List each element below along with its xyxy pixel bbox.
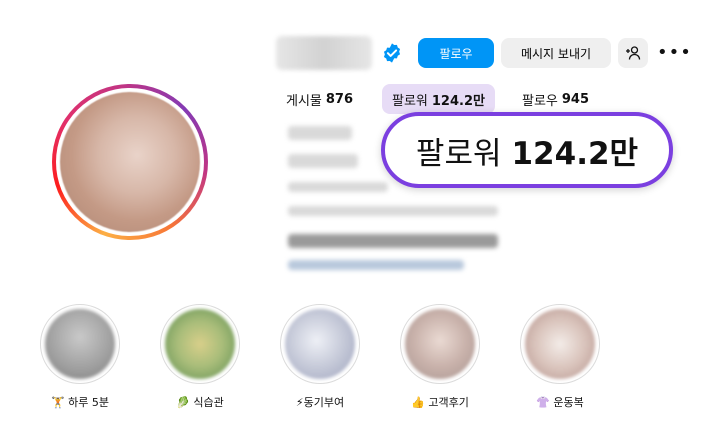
story-highlight[interactable]: 👍 고객후기 (400, 304, 480, 409)
followers-label: 팔로워 (392, 93, 428, 109)
story-highlight[interactable]: 🥬 식습관 (160, 304, 240, 409)
bio-line-blurred (288, 206, 498, 216)
highlight-cover (165, 309, 235, 379)
verified-badge-icon (383, 43, 401, 63)
bio-link-blurred[interactable] (288, 260, 464, 270)
story-highlight[interactable]: 👚 운동복 (520, 304, 600, 409)
highlight-ring (160, 304, 240, 384)
followers-stat[interactable]: 팔로워 124.2만 (382, 84, 495, 114)
avatar-image (60, 92, 200, 232)
highlight-label: 🥬 식습관 (176, 396, 224, 409)
highlight-ring (40, 304, 120, 384)
profile-avatar[interactable] (52, 84, 208, 240)
highlight-cover (405, 309, 475, 379)
bio-category-blurred (288, 154, 358, 168)
highlight-label: ⚡동기부여 (295, 396, 345, 409)
highlight-label: 🏋 하루 5분 (50, 396, 110, 409)
following-label: 팔로우 (522, 93, 558, 109)
callout-count: 124.2만 (511, 135, 639, 172)
highlight-cover (525, 309, 595, 379)
posts-stat[interactable]: 게시물 876 (286, 84, 353, 114)
username-blurred (276, 36, 372, 70)
highlight-label: 👚 운동복 (536, 396, 584, 409)
highlight-ring (400, 304, 480, 384)
avatar-inner-frame (56, 88, 204, 236)
add-person-button[interactable] (618, 38, 648, 68)
more-options-icon[interactable]: ••• (657, 44, 691, 62)
story-highlight[interactable]: ⚡동기부여 (280, 304, 360, 409)
story-highlight[interactable]: 🏋 하루 5분 (40, 304, 120, 409)
bio-line-blurred (288, 234, 498, 248)
highlight-ring (520, 304, 600, 384)
following-count: 945 (561, 91, 590, 107)
posts-count: 876 (325, 91, 354, 107)
send-message-button[interactable]: 메시지 보내기 (501, 38, 611, 68)
posts-label: 게시물 (286, 93, 322, 109)
followers-count: 124.2만 (431, 93, 485, 109)
callout-label: 팔로워 (415, 135, 502, 172)
highlight-cover (45, 309, 115, 379)
highlight-ring (280, 304, 360, 384)
bio-line-blurred (288, 182, 388, 192)
highlight-label: 👍 고객후기 (411, 396, 469, 409)
add-person-icon (626, 46, 641, 60)
follow-button[interactable]: 팔로우 (418, 38, 494, 68)
followers-callout: 팔로워 124.2만 (381, 112, 673, 188)
highlight-cover (285, 309, 355, 379)
bio-name-blurred (288, 126, 352, 140)
following-stat[interactable]: 팔로우 945 (522, 84, 589, 114)
